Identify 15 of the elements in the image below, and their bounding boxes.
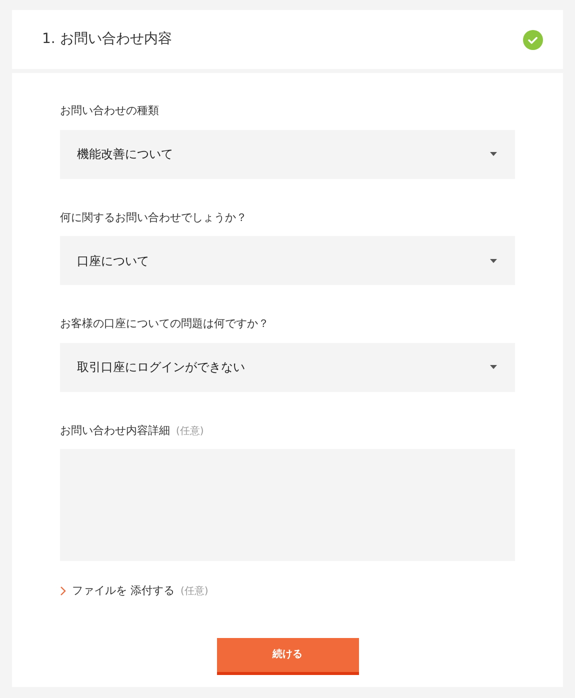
section-title: 1. お問い合わせ内容 [42, 30, 172, 49]
optional-note: (任意) [180, 584, 208, 599]
caret-icon [490, 258, 497, 262]
field-label: お客様の口座についての問題は何ですか？ [60, 316, 269, 332]
optional-note: (任意) [176, 424, 204, 438]
select-field[interactable]: 機能改善について [60, 130, 515, 178]
field-label: お問い合わせの種類 [60, 103, 159, 119]
field-label: お問い合わせ内容詳細 [60, 422, 170, 438]
caret-icon [490, 365, 497, 369]
attach-file-link[interactable]: ファイルを 添付する [72, 583, 174, 600]
select-field[interactable]: 取引口座にログインができない [60, 342, 515, 392]
caret-icon [490, 152, 497, 156]
field-label: 何に関するお問い合わせでしょうか？ [60, 210, 247, 226]
select-field[interactable]: 口座について [60, 236, 515, 285]
chevron-icon [60, 586, 66, 596]
